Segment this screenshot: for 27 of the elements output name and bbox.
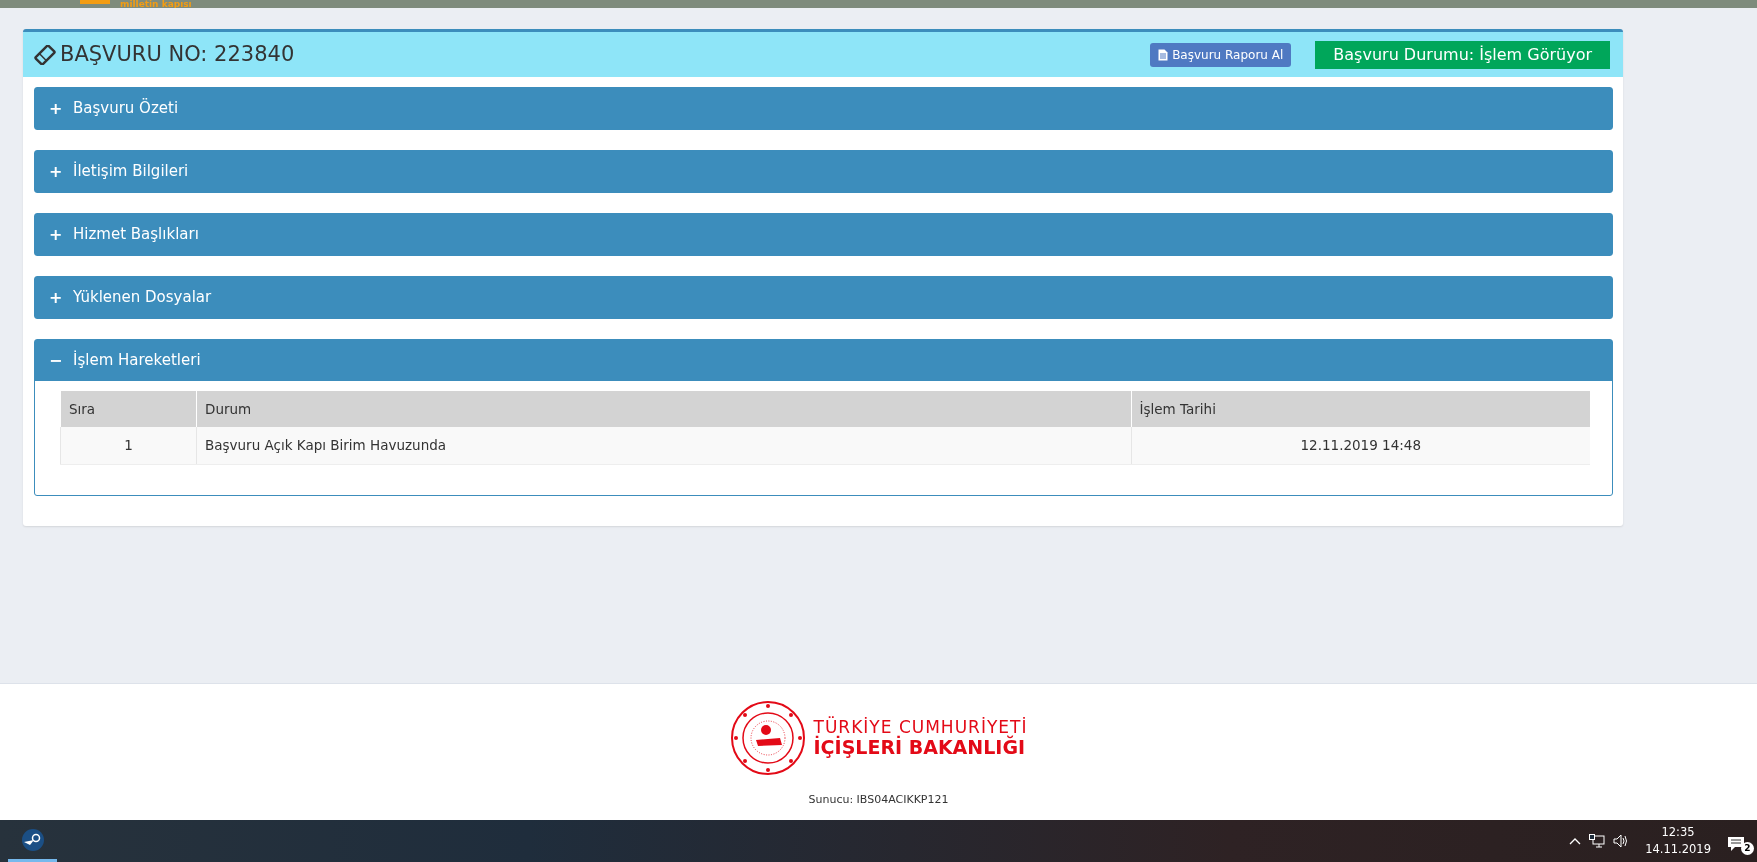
column-header: Durum: [196, 391, 1131, 427]
chevron-up-icon[interactable]: [1569, 837, 1582, 845]
notification-icon[interactable]: [1727, 835, 1745, 852]
ticket-icon: [34, 44, 56, 65]
table-cell: 1: [60, 427, 197, 464]
report-button[interactable]: Başvuru Raporu Al: [1150, 42, 1292, 67]
notification-count: 2: [1741, 842, 1754, 855]
clock-date[interactable]: 14.11.2019: [1645, 841, 1711, 858]
ministry-name: İÇİŞLERİ BAKANLIĞI: [813, 736, 1027, 758]
panel-header[interactable]: − İşlem Hareketleri: [35, 340, 1612, 381]
status-badge: Başvuru Durumu: İşlem Görüyor: [1315, 40, 1610, 69]
document-icon: [1158, 48, 1169, 61]
tagline: milletin kapısı: [120, 0, 193, 8]
table-cell: 12.11.2019 14:48: [1131, 427, 1590, 464]
network-icon[interactable]: [1589, 834, 1606, 848]
column-header: Sıra: [60, 391, 197, 427]
panel-header[interactable]: + Yüklenen Dosyalar: [35, 277, 1612, 318]
clock-time[interactable]: 12:35: [1645, 824, 1711, 841]
server-name: Sunucu: IBS04ACIKKP121: [808, 792, 949, 808]
panel-header[interactable]: + İletişim Bilgileri: [35, 151, 1612, 192]
panel-header[interactable]: + Başvuru Özeti: [35, 88, 1612, 129]
application-number: BAŞVURU NO: 223840: [60, 40, 295, 68]
panel-header[interactable]: + Hizmet Başlıkları: [35, 214, 1612, 255]
logo-shape: [80, 0, 110, 4]
column-header: İşlem Tarihi: [1131, 391, 1590, 427]
speaker-icon[interactable]: [1613, 834, 1630, 848]
table-cell: Başvuru Açık Kapı Birim Havuzunda: [196, 427, 1131, 464]
